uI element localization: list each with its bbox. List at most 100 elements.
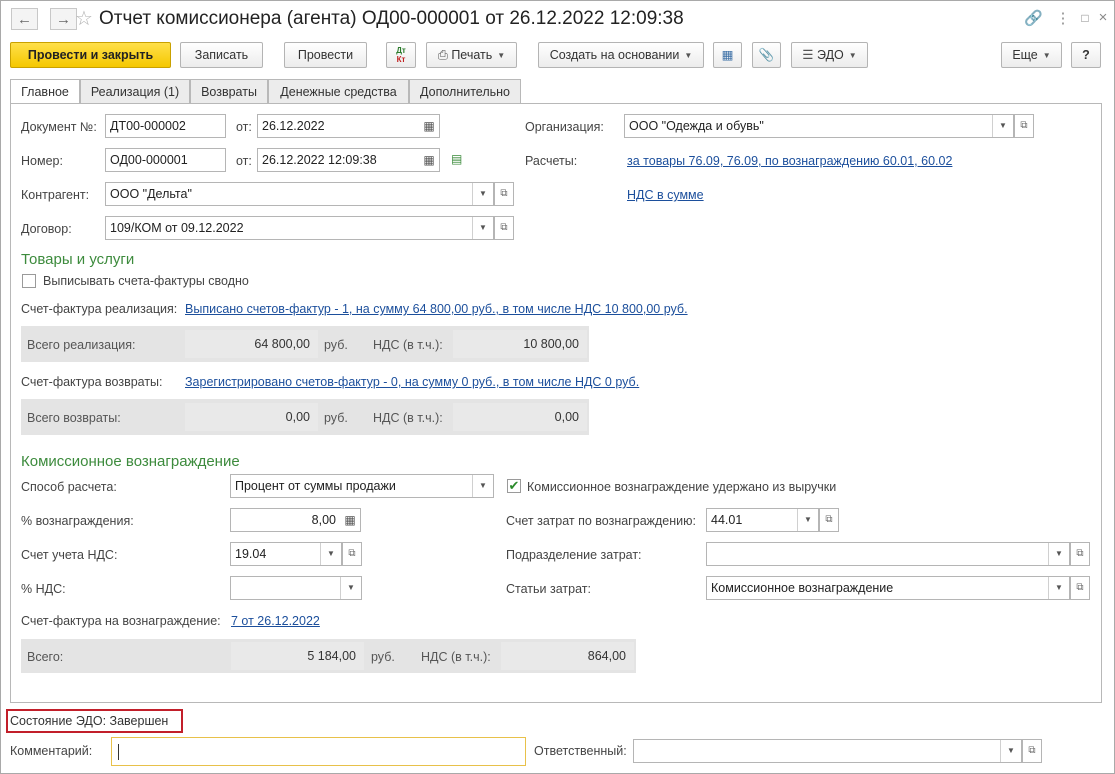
history-icon[interactable]: ▤: [451, 152, 462, 166]
more-vertical-icon[interactable]: ⋮: [1054, 9, 1072, 27]
calendar-icon[interactable]: ▦: [419, 149, 439, 171]
invoice-returns-label: Счет-фактура возвраты:: [21, 375, 163, 389]
percent-label: % вознаграждения:: [21, 514, 134, 528]
commission-invoice-link[interactable]: 7 от 26.12.2022: [231, 614, 320, 628]
chevron-down-icon: ▼: [497, 51, 506, 60]
cost-account-input[interactable]: 44.01 ▼: [706, 508, 819, 532]
doc-date-input[interactable]: 26.12.2022 ▦: [257, 114, 440, 138]
tab-main[interactable]: Главное: [10, 79, 80, 104]
calculator-icon[interactable]: ▦: [340, 509, 360, 531]
comment-input[interactable]: [111, 737, 526, 766]
number-date-label: от:: [236, 154, 252, 168]
doc-no-input[interactable]: ДТ00-000002: [105, 114, 226, 138]
returns-vat-label: НДС (в т.ч.):: [373, 411, 443, 425]
attach-button[interactable]: 📎: [752, 42, 781, 68]
printer-icon: ⎙: [437, 48, 448, 62]
forward-button[interactable]: →: [50, 8, 77, 30]
text-caret: [118, 744, 119, 760]
responsible-input[interactable]: ▼: [633, 739, 1022, 763]
withheld-checkbox[interactable]: ✔: [507, 479, 521, 493]
cost-division-label: Подразделение затрат:: [506, 548, 642, 562]
doc-no-label: Документ №:: [21, 120, 97, 134]
link-icon[interactable]: 🔗: [1024, 9, 1043, 27]
vat-rate-label: % НДС:: [21, 582, 66, 596]
print-button[interactable]: ⎙ Печать ▼: [426, 42, 517, 68]
commission-invoice-label: Счет-фактура на вознаграждение:: [21, 614, 221, 628]
comment-label: Комментарий:: [10, 744, 93, 758]
structure-icon-button[interactable]: ▦: [713, 42, 742, 68]
open-icon[interactable]: ⧉: [1070, 542, 1090, 566]
chevron-down-icon[interactable]: ▼: [472, 475, 493, 497]
open-icon[interactable]: ⧉: [1022, 739, 1042, 763]
chevron-down-icon[interactable]: ▼: [1000, 740, 1021, 762]
returns-vat-value: 0,00: [453, 403, 587, 431]
tab-additional[interactable]: Дополнительно: [409, 79, 521, 103]
contract-input[interactable]: 109/КОМ от 09.12.2022 ▼: [105, 216, 494, 240]
edo-button[interactable]: ☰ ЭДО ▼: [791, 42, 868, 68]
chevron-down-icon[interactable]: ▼: [472, 183, 493, 205]
cost-division-input[interactable]: ▼: [706, 542, 1070, 566]
cost-account-label: Счет затрат по вознаграждению:: [506, 514, 696, 528]
number-date-input[interactable]: 26.12.2022 12:09:38 ▦: [257, 148, 440, 172]
vat-rate-select[interactable]: ▼: [230, 576, 362, 600]
close-icon[interactable]: ×: [1094, 9, 1112, 26]
open-icon[interactable]: ⧉: [1070, 576, 1090, 600]
chevron-down-icon: ▼: [1042, 51, 1051, 60]
chevron-down-icon[interactable]: ▼: [992, 115, 1013, 137]
vat-account-label: Счет учета НДС:: [21, 548, 118, 562]
more-button[interactable]: Еще ▼: [1001, 42, 1062, 68]
chevron-down-icon[interactable]: ▼: [1048, 543, 1069, 565]
open-icon[interactable]: ⧉: [494, 216, 514, 240]
open-icon[interactable]: ⧉: [819, 508, 839, 532]
sales-vat-value: 10 800,00: [453, 330, 587, 358]
post-and-close-button[interactable]: Провести и закрыть: [10, 42, 171, 68]
settlements-link[interactable]: за товары 76.09, 76.09, по вознаграждени…: [627, 154, 952, 168]
calc-method-select[interactable]: Процент от суммы продажи ▼: [230, 474, 494, 498]
contract-label: Договор:: [21, 222, 72, 236]
tab-cash[interactable]: Денежные средства: [268, 79, 409, 103]
cost-items-input[interactable]: Комиссионное вознаграждение ▼: [706, 576, 1070, 600]
vat-account-input[interactable]: 19.04 ▼: [230, 542, 342, 566]
invoice-sales-label: Счет-фактура реализация:: [21, 302, 178, 316]
tab-sales[interactable]: Реализация (1): [80, 79, 190, 103]
chevron-down-icon[interactable]: ▼: [340, 577, 361, 599]
chevron-down-icon: ▼: [684, 51, 693, 60]
back-button[interactable]: ←: [11, 8, 38, 30]
sales-vat-label: НДС (в т.ч.):: [373, 338, 443, 352]
consolidated-invoices-checkbox[interactable]: [22, 274, 36, 288]
chevron-down-icon[interactable]: ▼: [320, 543, 341, 565]
number-input[interactable]: ОД00-000001: [105, 148, 226, 172]
calc-method-label: Способ расчета:: [21, 480, 117, 494]
open-icon[interactable]: ⧉: [494, 182, 514, 206]
dt-kt-button[interactable]: Дт Кт: [386, 42, 416, 68]
commission-vat-label: НДС (в т.ч.):: [421, 650, 491, 664]
help-button[interactable]: ?: [1071, 42, 1101, 68]
org-input[interactable]: ООО "Одежда и обувь" ▼: [624, 114, 1014, 138]
counterparty-label: Контрагент:: [21, 188, 90, 202]
number-label: Номер:: [21, 154, 63, 168]
currency-label: руб.: [371, 650, 395, 664]
post-button[interactable]: Провести: [284, 42, 367, 68]
vat-in-amount-link[interactable]: НДС в сумме: [627, 188, 704, 202]
save-button[interactable]: Записать: [180, 42, 263, 68]
calendar-icon[interactable]: ▦: [419, 115, 439, 137]
commission-total-value: 5 184,00: [231, 642, 364, 670]
arrow-right-icon: →: [56, 11, 71, 28]
open-icon[interactable]: ⧉: [1014, 114, 1034, 138]
percent-input[interactable]: 8,00 ▦: [230, 508, 361, 532]
chevron-down-icon[interactable]: ▼: [1048, 577, 1069, 599]
open-icon[interactable]: ⧉: [342, 542, 362, 566]
star-icon[interactable]: ☆: [75, 6, 93, 31]
invoice-sales-link[interactable]: Выписано счетов-фактур - 1, на сумму 64 …: [185, 302, 688, 316]
tab-returns[interactable]: Возвраты: [190, 79, 268, 103]
create-based-on-button[interactable]: Создать на основании ▼: [538, 42, 704, 68]
chevron-down-icon[interactable]: ▼: [472, 217, 493, 239]
chevron-down-icon[interactable]: ▼: [797, 509, 818, 531]
maximize-icon[interactable]: □: [1076, 11, 1094, 25]
edo-status: Состояние ЭДО: Завершен: [10, 714, 169, 728]
counterparty-input[interactable]: ООО "Дельта" ▼: [105, 182, 494, 206]
cost-items-label: Статьи затрат:: [506, 582, 591, 596]
commission-total-label: Всего:: [27, 650, 64, 664]
settlements-label: Расчеты:: [525, 154, 578, 168]
invoice-returns-link[interactable]: Зарегистрировано счетов-фактур - 0, на с…: [185, 375, 639, 389]
